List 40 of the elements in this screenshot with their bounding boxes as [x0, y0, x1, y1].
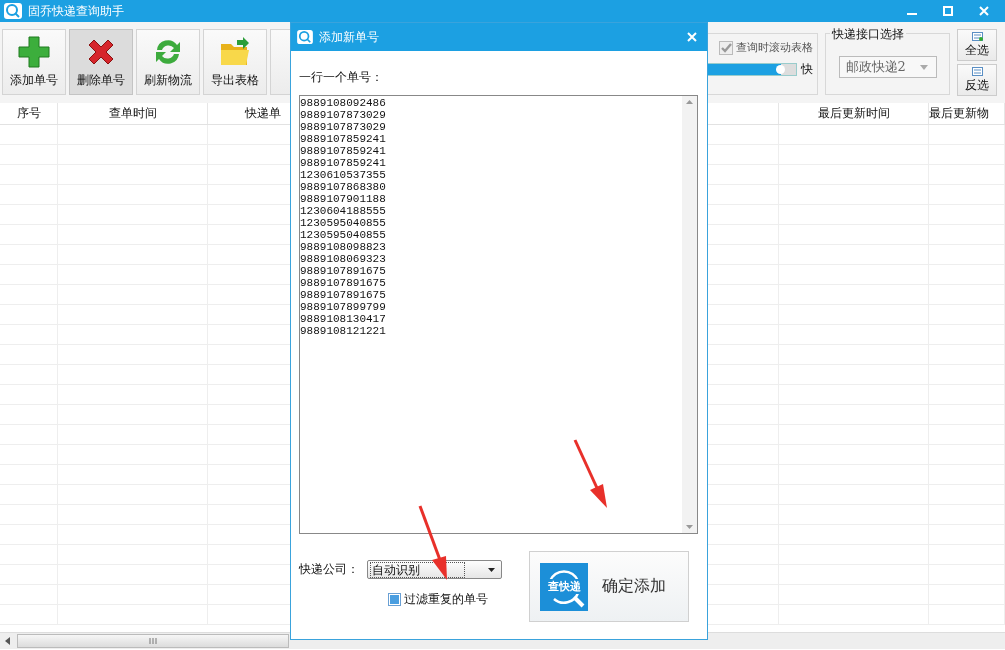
- magnifier-icon: [297, 30, 313, 44]
- scroll-down-icon[interactable]: [686, 525, 693, 529]
- toolbar-button[interactable]: 删除单号: [69, 29, 133, 95]
- column-header[interactable]: 查单时间: [58, 103, 208, 124]
- magnifier-icon: [4, 3, 22, 19]
- company-label: 快递公司：: [299, 561, 359, 578]
- select-button[interactable]: 反选: [957, 64, 997, 96]
- folder-icon: [219, 35, 251, 68]
- checkbox[interactable]: [388, 593, 401, 606]
- caret-icon: [488, 567, 495, 572]
- logo-badge: 查快递: [540, 562, 588, 611]
- column-header[interactable]: 最后更新物: [929, 103, 1005, 124]
- scroll-left-icon[interactable]: [5, 637, 11, 645]
- column-header[interactable]: 最后更新时间: [779, 103, 929, 124]
- column-header[interactable]: 序号: [0, 103, 58, 124]
- group-title: 快递接口选择: [830, 26, 906, 43]
- annotation-arrow: [573, 439, 607, 508]
- toolbar-button[interactable]: 添加单号: [2, 29, 66, 95]
- toolbar-button[interactable]: 刷新物流: [136, 29, 200, 95]
- close-icon[interactable]: [979, 6, 989, 16]
- maximize-icon[interactable]: [943, 6, 953, 16]
- company-dropdown[interactable]: 自动识别: [367, 560, 502, 579]
- toolbar-button[interactable]: 导出表格: [203, 29, 267, 95]
- grip-icon: [149, 638, 157, 644]
- dialog-title: 添加新单号: [319, 28, 379, 46]
- window-title: 固乔快递查询助手: [28, 2, 124, 20]
- tracking-number-field[interactable]: 9889108092486 9889107873029 9889107873029 9889107859241 9889107859241 9889107859241 1230610537355 9889107868380 9889107901188 1230604188555 1230595040855 1230595040855 9889108098823 9889108069323 9889107891675 9889107891675 9889107891675 9889107899799 9889108130417 9889108121221: [299, 95, 698, 534]
- select-button[interactable]: 全选: [957, 29, 997, 61]
- list-icon: [971, 31, 983, 41]
- api-dropdown[interactable]: 邮政快递2: [838, 56, 937, 78]
- checkbox-label: 查询时滚动表格: [736, 40, 813, 55]
- close-icon[interactable]: [687, 32, 697, 42]
- caret-icon: [919, 64, 928, 70]
- list-icon: [971, 66, 983, 76]
- plus-icon: [18, 35, 50, 68]
- input-label: 一行一个单号：: [299, 69, 384, 86]
- checkbox[interactable]: [719, 40, 733, 55]
- speed-label: 快: [801, 61, 813, 78]
- confirm-button[interactable]: 查快递 确定添加: [529, 551, 689, 622]
- checkbox-label: 过滤重复的单号: [404, 591, 488, 608]
